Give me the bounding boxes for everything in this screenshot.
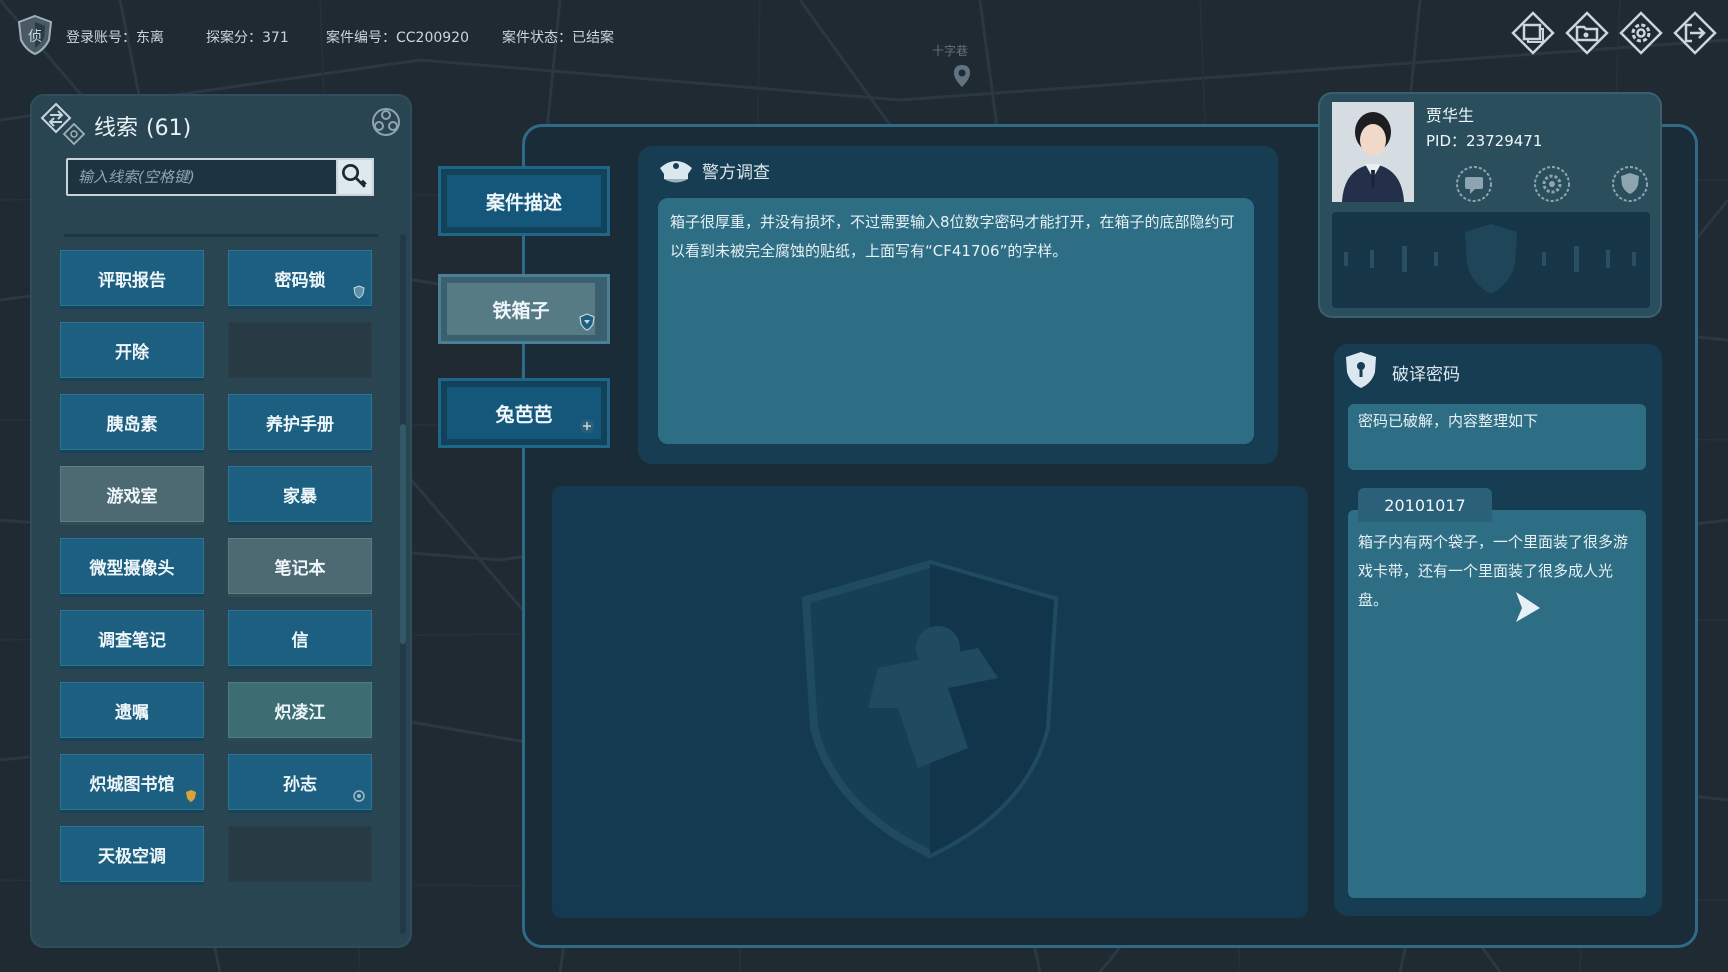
avatar	[1332, 102, 1414, 202]
police-investigation-section: 警方调查 箱子很厚重，并没有损坏，不过需要输入8位数字密码才能打开，在箱子的底部…	[638, 146, 1278, 464]
clue-item[interactable]: 胰岛素	[60, 394, 204, 450]
decrypt-panel: 破译密码 密码已破解，内容整理如下 箱子内有两个袋子，一个里面装了很多游戏卡带，…	[1334, 344, 1662, 916]
map-pin-icon	[954, 65, 970, 87]
clue-item-label: 评职报告	[98, 270, 166, 291]
exit-icon[interactable]	[1672, 10, 1718, 56]
clue-empty-slot	[228, 826, 372, 882]
clue-item[interactable]: 家暴	[228, 466, 372, 522]
case-status: 案件状态：已结案	[502, 30, 614, 46]
decrypt-content: 箱子内有两个袋子，一个里面装了很多游戏卡带，还有一个里面装了很多成人光盘。	[1348, 510, 1646, 898]
chat-icon[interactable]	[1454, 164, 1494, 204]
shield-key-icon	[1346, 352, 1376, 388]
svg-text:侦: 侦	[28, 29, 42, 45]
clue-item[interactable]: 评职报告	[60, 250, 204, 306]
decrypt-title: 破译密码	[1392, 365, 1460, 385]
clue-item-label: 笔记本	[274, 558, 326, 579]
mouse-cursor-icon	[1516, 592, 1540, 622]
clue-count: (61)	[146, 116, 192, 141]
decrypt-code: 20101017	[1358, 488, 1492, 522]
clue-item[interactable]: 炽凌江	[228, 682, 372, 738]
clue-item[interactable]: 天极空调	[60, 826, 204, 882]
tab-case-description[interactable]: 案件描述	[438, 166, 610, 236]
share-icon	[580, 419, 594, 433]
tab-iron-box-label: 铁箱子	[447, 283, 595, 335]
profile-card: 贾华生 PID：23729471	[1318, 92, 1662, 318]
eye-badge-icon	[353, 790, 365, 802]
badge-gear-icon[interactable]	[1532, 164, 1572, 204]
profile-actions	[1454, 164, 1650, 204]
clue-item-label: 开除	[115, 342, 149, 363]
clue-item-label: 微型摄像头	[89, 558, 175, 579]
profile-pid: PID：23729471	[1426, 132, 1543, 150]
tab-iron-box[interactable]: 铁箱子	[438, 274, 610, 344]
police-investigation-text: 箱子很厚重，并没有损坏，不过需要输入8位数字密码才能打开，在箱子的底部隐约可以看…	[658, 198, 1254, 444]
clue-divider	[64, 234, 378, 237]
shield-icon[interactable]	[1610, 164, 1650, 204]
police-investigation-title: 警方调查	[702, 163, 770, 183]
clue-item[interactable]: 孙志	[228, 754, 372, 810]
clue-item[interactable]: 遗嘱	[60, 682, 204, 738]
clue-item-label: 炽凌江	[274, 702, 326, 723]
tab-case-description-label: 案件描述	[447, 175, 601, 227]
clue-item[interactable]: 炽城图书馆	[60, 754, 204, 810]
clue-item[interactable]: 笔记本	[228, 538, 372, 594]
police-cap-icon	[660, 161, 692, 183]
police-badge-logo-icon: 侦	[17, 14, 53, 56]
clue-item-label: 天极空调	[98, 846, 166, 867]
clue-empty-slot	[228, 322, 372, 378]
top-toolbar	[1510, 10, 1718, 56]
clue-scrollbar-thumb[interactable]	[400, 424, 406, 644]
clue-item-label: 炽城图书馆	[89, 774, 175, 795]
tab-tubaba[interactable]: 兔芭芭	[438, 378, 610, 448]
clue-item-label: 游戏室	[106, 486, 158, 507]
map-street-label: 十字巷	[932, 44, 969, 58]
case-number: 案件编号：CC200920	[326, 30, 469, 46]
clue-search	[66, 158, 374, 196]
clue-item[interactable]: 密码锁	[228, 250, 372, 306]
clue-scrollbar[interactable]	[400, 234, 406, 934]
clue-item-label: 信	[291, 630, 309, 651]
evidence-image-area	[552, 486, 1308, 918]
clue-item[interactable]: 微型摄像头	[60, 538, 204, 594]
clue-search-input[interactable]	[66, 158, 338, 196]
clue-item-label: 家暴	[283, 486, 317, 507]
clue-item-label: 调查笔记	[98, 630, 166, 651]
clue-item-label: 孙志	[283, 774, 317, 795]
gold-shield-badge-icon	[186, 790, 196, 802]
clue-item[interactable]: 开除	[60, 322, 204, 378]
clue-search-button[interactable]	[336, 158, 374, 196]
decrypt-status: 密码已破解，内容整理如下	[1348, 404, 1646, 470]
settings-gear-icon[interactable]	[1618, 10, 1664, 56]
shield-badge-icon	[579, 313, 595, 331]
profile-banner	[1332, 212, 1650, 308]
clue-item[interactable]: 养护手册	[228, 394, 372, 450]
officer-portrait-icon	[1332, 102, 1414, 202]
window-icon[interactable]	[1510, 10, 1556, 56]
clue-exchange-icon	[40, 102, 86, 146]
clue-item-label: 遗嘱	[115, 702, 149, 723]
clue-item[interactable]: 信	[228, 610, 372, 666]
clue-item-label: 养护手册	[266, 414, 334, 435]
clue-item[interactable]: 游戏室	[60, 466, 204, 522]
detective-emblem-icon	[801, 559, 1059, 859]
clue-item-label: 胰岛素	[106, 414, 158, 435]
clue-item[interactable]: 调查笔记	[60, 610, 204, 666]
search-key-icon	[342, 164, 367, 188]
banner-emblem-icon	[1344, 224, 1636, 294]
clue-list: 评职报告 密码锁开除胰岛素 养护手册游戏室 家暴微型摄像头 笔记本调查笔记 信遗嘱 炽凌江炽…	[60, 250, 374, 930]
clue-item-label: 密码锁	[274, 270, 326, 291]
top-bar: 侦 登录账号：东离 探案分：371 案件编号：CC200920 案件状态：已结案…	[0, 0, 1728, 87]
detective-score: 探案分：371	[206, 30, 289, 46]
case-folder-icon[interactable]	[1564, 10, 1610, 56]
clue-panel: 线索(61) 评职报告 密码锁开除胰岛素 养护手册游戏室 家暴微型摄像头 笔记本调查笔记…	[30, 94, 412, 948]
tab-tubaba-label: 兔芭芭	[447, 387, 601, 439]
profile-name: 贾华生	[1426, 106, 1475, 125]
login-account: 登录账号：东离	[66, 30, 164, 46]
clue-title: 线索 (61)	[94, 116, 192, 141]
clue-filter-icon[interactable]	[370, 106, 402, 138]
shield-badge-icon	[353, 285, 365, 299]
